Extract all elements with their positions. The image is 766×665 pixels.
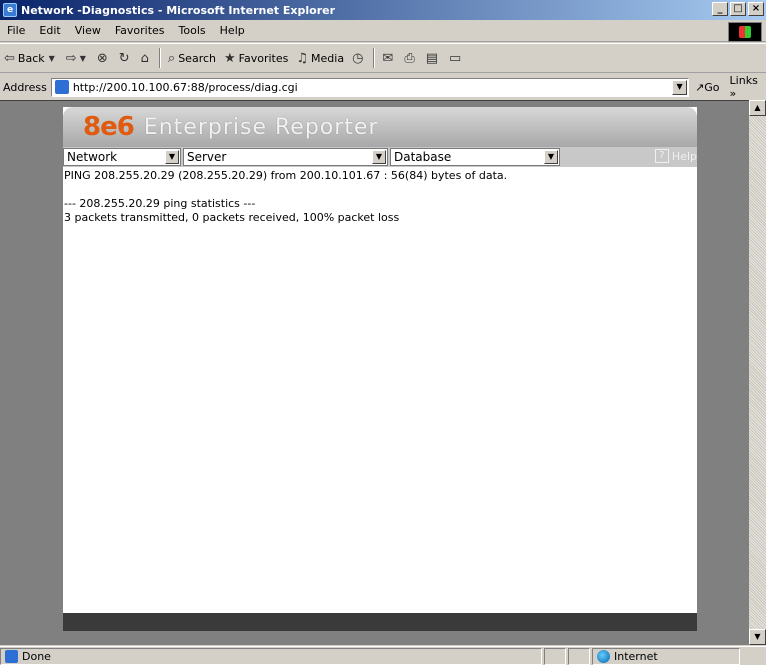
home-icon: ⌂	[140, 50, 149, 66]
links-button[interactable]: Links »	[726, 74, 766, 100]
favorites-icon: ★	[224, 50, 236, 66]
page-icon	[54, 80, 69, 94]
address-input[interactable]: http://200.10.100.67:88/process/diag.cgi…	[50, 77, 690, 97]
favorites-label: Favorites	[238, 51, 289, 65]
home-button[interactable]: ⌂	[137, 51, 156, 66]
toolbar: ⇦ Back ▼ ⇨ ▼ ⊗ ↻ ⌂ ⌕ Search ★ Favorites …	[0, 43, 766, 73]
stop-icon: ⊗	[96, 50, 108, 66]
chevron-down-icon[interactable]: ▼	[672, 79, 688, 95]
minimize-button[interactable]: _	[712, 2, 728, 16]
mail-button[interactable]: ✉	[378, 51, 400, 66]
menu-help[interactable]: Help	[213, 24, 252, 37]
status-text-panel: Done	[0, 647, 542, 665]
database-select-value: Database	[394, 150, 452, 164]
status-bar: Done Internet	[0, 646, 766, 665]
output-line: PING 208.255.20.29 (208.255.20.29) from …	[64, 169, 508, 182]
status-cell	[544, 647, 566, 665]
help-link[interactable]: ? Help	[654, 149, 697, 163]
database-select[interactable]: Database ▼	[390, 148, 560, 166]
refresh-button[interactable]: ↻	[115, 51, 137, 66]
title-bar: e Network -Diagnostics - Microsoft Inter…	[0, 0, 766, 20]
favorites-button[interactable]: ★ Favorites	[220, 51, 292, 66]
output-line: 3 packets transmitted, 0 packets receive…	[64, 211, 400, 224]
ie-icon: e	[3, 3, 17, 17]
chevron-down-icon[interactable]: ▼	[372, 150, 386, 164]
discuss-button[interactable]: ▭	[445, 51, 468, 66]
toolbar-separator	[373, 48, 376, 68]
search-label: Search	[178, 51, 216, 65]
scroll-up-button[interactable]: ▲	[749, 100, 766, 116]
print-icon: ⎙	[404, 50, 415, 66]
windows-logo-icon	[728, 22, 762, 42]
chevron-down-icon[interactable]: ▼	[544, 150, 558, 164]
server-select[interactable]: Server ▼	[183, 148, 388, 166]
close-button[interactable]: ×	[748, 2, 764, 16]
back-arrow-icon: ⇦	[4, 50, 15, 66]
media-label: Media	[311, 51, 345, 65]
ping-output: PING 208.255.20.29 (208.255.20.29) from …	[63, 167, 697, 227]
server-select-value: Server	[187, 150, 227, 164]
search-button[interactable]: ⌕ Search	[164, 51, 220, 66]
media-icon: ♫	[296, 50, 309, 66]
search-icon: ⌕	[167, 50, 176, 66]
app-header: 8e6 Enterprise Reporter	[63, 107, 697, 147]
security-zone: Internet	[592, 647, 740, 665]
stop-button[interactable]: ⊗	[93, 51, 115, 66]
edit-icon: ▤	[425, 50, 439, 66]
address-bar: Address http://200.10.100.67:88/process/…	[0, 74, 766, 100]
history-icon: ◷	[352, 50, 364, 66]
links-label: Links	[729, 74, 758, 87]
vertical-scrollbar[interactable]: ▲ ▼	[749, 100, 766, 645]
forward-arrow-icon: ⇨	[65, 50, 77, 66]
app-footer	[63, 613, 697, 631]
refresh-icon: ↻	[118, 50, 130, 66]
output-line: --- 208.255.20.29 ping statistics ---	[64, 197, 256, 210]
chevron-down-icon: ▼	[79, 53, 86, 63]
network-select[interactable]: Network ▼	[63, 148, 181, 166]
history-button[interactable]: ◷	[348, 51, 370, 66]
back-button[interactable]: ⇦ Back ▼	[0, 51, 62, 66]
address-url: http://200.10.100.67:88/process/diag.cgi	[72, 80, 298, 94]
menu-file[interactable]: File	[0, 24, 32, 37]
select-row: Network ▼ Server ▼ Database ▼ ? Help	[63, 147, 697, 167]
address-label: Address	[3, 80, 47, 94]
help-icon: ?	[654, 149, 669, 163]
print-button[interactable]: ⎙	[400, 51, 421, 66]
window-title: Network -Diagnostics - Microsoft Interne…	[21, 3, 335, 17]
media-button[interactable]: ♫ Media	[292, 51, 348, 66]
menu-edit[interactable]: Edit	[32, 24, 67, 37]
mail-icon: ✉	[382, 50, 394, 66]
page-icon	[5, 649, 18, 663]
menu-tools[interactable]: Tools	[172, 24, 213, 37]
status-cell	[568, 647, 590, 665]
go-label: Go	[704, 80, 720, 94]
go-button[interactable]: ↗Go	[689, 81, 725, 94]
help-label: Help	[671, 149, 697, 163]
globe-icon	[597, 649, 610, 663]
scroll-down-button[interactable]: ▼	[749, 629, 766, 645]
chevron-down-icon: ▼	[48, 53, 55, 63]
menu-bar: File Edit View Favorites Tools Help	[0, 20, 766, 42]
toolbar-separator	[158, 48, 161, 68]
chevron-down-icon[interactable]: ▼	[165, 150, 179, 164]
go-arrow-icon: ↗	[695, 80, 705, 94]
forward-button[interactable]: ⇨ ▼	[62, 51, 93, 66]
zone-label: Internet	[614, 649, 658, 663]
logo-number: 8e6	[83, 112, 135, 142]
menu-favorites[interactable]: Favorites	[108, 24, 172, 37]
back-label: Back	[17, 51, 45, 65]
network-select-value: Network	[67, 150, 118, 164]
logo-text: Enterprise Reporter	[143, 114, 379, 140]
maximize-button[interactable]: □	[730, 2, 746, 16]
discuss-icon: ▭	[449, 50, 462, 66]
menu-view[interactable]: View	[68, 24, 108, 37]
reporter-app: 8e6 Enterprise Reporter Network ▼ Server…	[63, 107, 697, 631]
edit-button[interactable]: ▤	[422, 51, 445, 66]
browser-window: e Network -Diagnostics - Microsoft Inter…	[0, 0, 766, 665]
status-text: Done	[22, 649, 51, 663]
